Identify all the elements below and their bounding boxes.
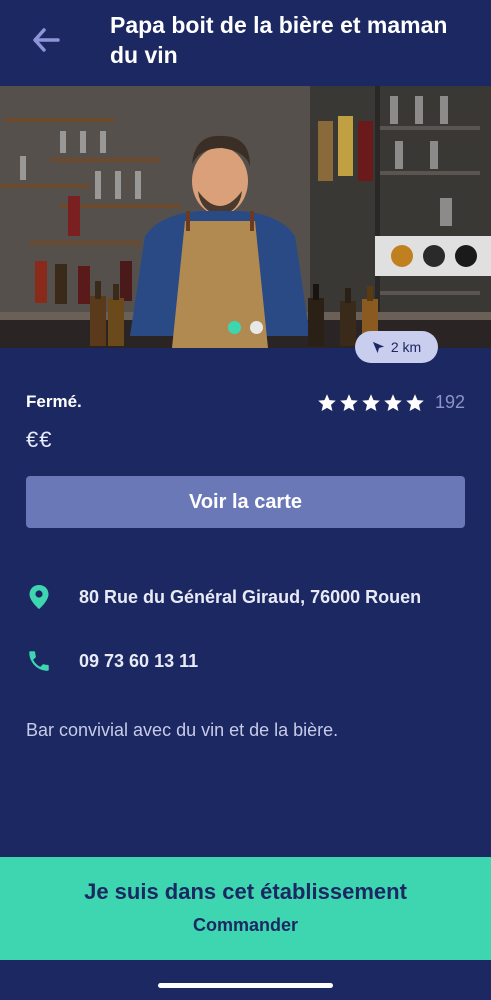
arrow-left-icon — [33, 28, 60, 52]
cta-subtitle: Commander — [192, 915, 299, 935]
carousel-dot[interactable] — [250, 321, 263, 334]
star-icon — [362, 393, 380, 411]
bar-photo — [0, 86, 491, 348]
phone-row[interactable]: 09 73 60 13 11 — [26, 648, 198, 674]
rating: 192 — [317, 392, 465, 413]
price-level: €€ — [26, 427, 53, 452]
view-menu-button[interactable]: Voir la carte — [26, 476, 465, 528]
review-count: 192 — [434, 392, 465, 412]
star-icon — [318, 393, 336, 411]
header-bar: Papa boit de la bière et maman du vin — [0, 0, 491, 86]
distance-badge: 2 km — [355, 331, 438, 363]
carousel-dot-active[interactable] — [228, 321, 241, 334]
star-icon — [406, 393, 424, 411]
carousel-indicator — [228, 321, 263, 334]
distance-label: 2 km — [390, 339, 422, 355]
address-row[interactable]: 80 Rue du Général Giraud, 76000 Rouen — [26, 584, 421, 610]
page-title: Papa boit de la bière et maman du vin — [110, 12, 448, 68]
home-indicator — [158, 983, 333, 988]
order-cta-button[interactable]: Je suis dans cet établissement Commander — [0, 857, 491, 960]
phone-icon — [29, 651, 49, 671]
venue-photo[interactable] — [0, 86, 491, 348]
address-text: 80 Rue du Général Giraud, 76000 Rouen — [79, 586, 422, 607]
star-icon — [340, 393, 358, 411]
back-button[interactable] — [28, 22, 64, 58]
phone-text: 09 73 60 13 11 — [79, 650, 199, 671]
opening-status: Fermé. — [26, 392, 82, 411]
navigation-arrow-icon — [372, 341, 384, 353]
venue-description: Bar convivial avec du vin et de la bière… — [26, 720, 339, 740]
star-icon — [384, 393, 402, 411]
map-pin-icon — [29, 585, 49, 609]
cta-title: Je suis dans cet établissement — [84, 879, 407, 904]
